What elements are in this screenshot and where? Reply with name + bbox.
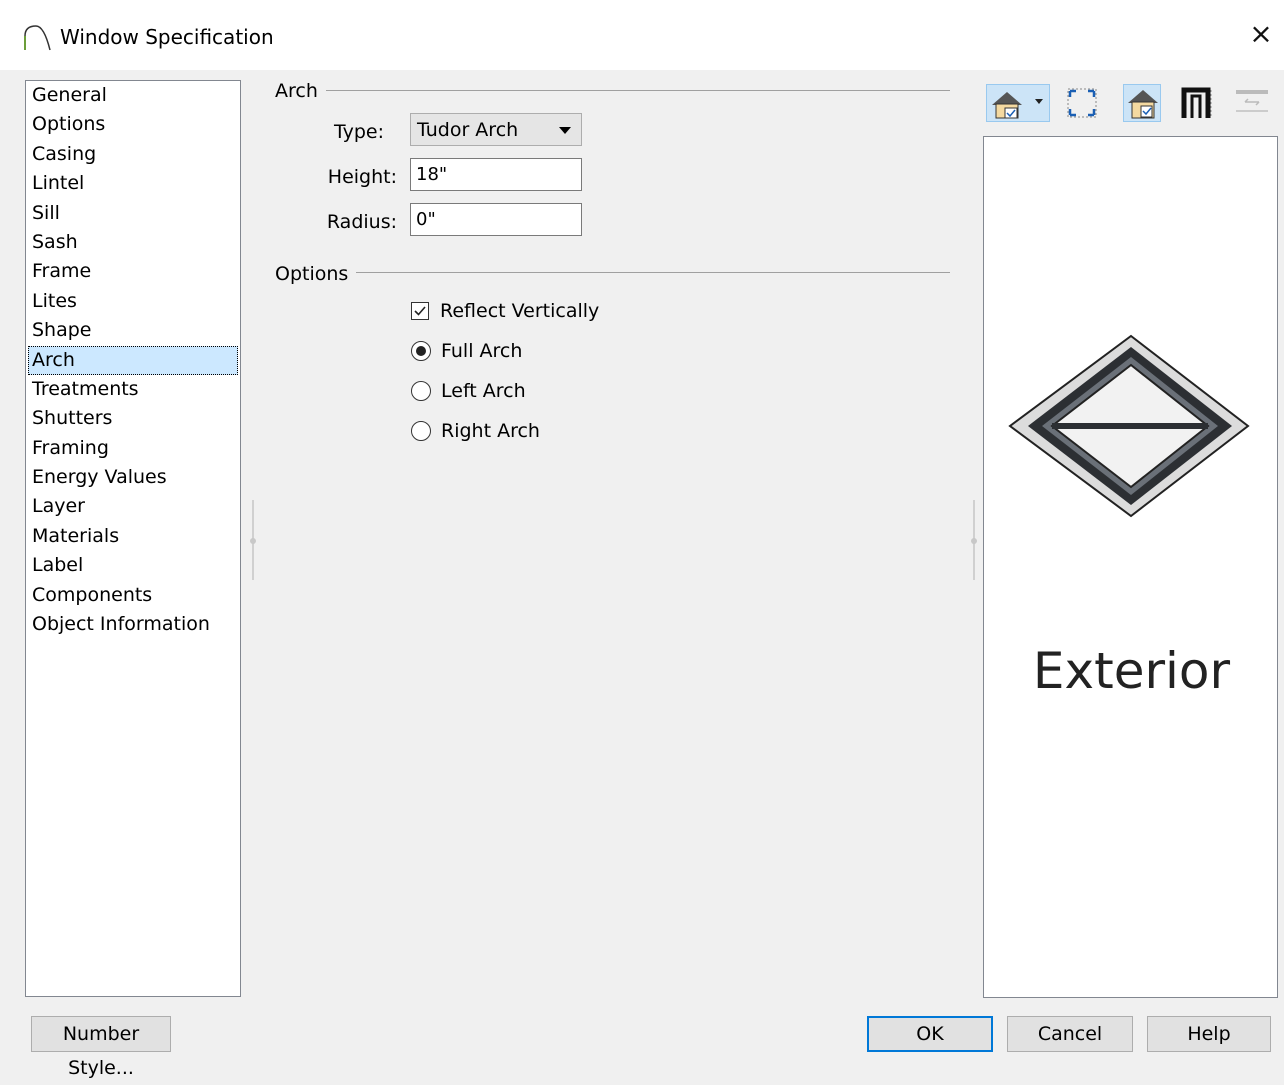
window-preview-graphic bbox=[1008, 334, 1250, 518]
nav-item-treatments[interactable]: Treatments bbox=[26, 375, 240, 404]
full-arch-radio[interactable] bbox=[411, 341, 431, 361]
height-field[interactable] bbox=[410, 158, 582, 191]
category-list[interactable]: General Options Casing Lintel Sill Sash Frame L… bbox=[25, 80, 241, 997]
arch-app-icon bbox=[24, 25, 51, 51]
help-button[interactable]: Help bbox=[1147, 1016, 1271, 1052]
door-frame-icon bbox=[1181, 87, 1212, 118]
house-view-icon bbox=[992, 92, 1022, 119]
house-check-icon bbox=[1128, 90, 1158, 119]
nav-item-energy-values[interactable]: Energy Values bbox=[26, 463, 240, 492]
full-arch-label[interactable]: Full Arch bbox=[441, 340, 522, 362]
nav-item-lintel[interactable]: Lintel bbox=[26, 169, 240, 198]
number-style-button[interactable]: Number Style... bbox=[31, 1016, 171, 1079]
nav-item-sill[interactable]: Sill bbox=[26, 199, 240, 228]
preview-label: Exterior bbox=[1032, 642, 1231, 700]
door-frame-button[interactable] bbox=[1178, 84, 1216, 122]
fill-window-button[interactable] bbox=[1063, 84, 1101, 122]
left-arch-label[interactable]: Left Arch bbox=[441, 380, 526, 402]
right-arch-radio[interactable] bbox=[411, 421, 431, 441]
left-arch-radio[interactable] bbox=[411, 381, 431, 401]
nav-item-framing[interactable]: Framing bbox=[26, 434, 240, 463]
swap-button[interactable] bbox=[1233, 84, 1271, 122]
radius-field[interactable] bbox=[410, 203, 582, 236]
nav-item-object-information[interactable]: Object Information bbox=[26, 610, 240, 639]
nav-item-shutters[interactable]: Shutters bbox=[26, 404, 240, 433]
ok-button[interactable]: OK bbox=[867, 1016, 993, 1052]
nav-item-lites[interactable]: Lites bbox=[26, 287, 240, 316]
height-label: Height: bbox=[327, 166, 397, 188]
nav-item-layer[interactable]: Layer bbox=[26, 492, 240, 521]
arch-section-divider bbox=[275, 90, 950, 91]
options-section-label: Options bbox=[275, 263, 357, 285]
arch-type-dropdown[interactable]: Tudor Arch bbox=[410, 113, 582, 146]
swap-icon bbox=[1236, 90, 1268, 112]
right-splitter[interactable] bbox=[971, 500, 977, 580]
nav-item-general[interactable]: General bbox=[26, 81, 240, 110]
house-check-button[interactable] bbox=[1123, 84, 1161, 122]
radius-label: Radius: bbox=[326, 211, 397, 233]
arch-type-value: Tudor Arch bbox=[417, 119, 519, 141]
house-view-button[interactable] bbox=[986, 84, 1050, 122]
arch-section-label: Arch bbox=[275, 80, 326, 102]
nav-item-label[interactable]: Label bbox=[26, 551, 240, 580]
close-button[interactable]: × bbox=[1238, 14, 1284, 54]
nav-item-materials[interactable]: Materials bbox=[26, 522, 240, 551]
title-bar: Window Specification × bbox=[0, 0, 1284, 70]
nav-item-arch[interactable]: Arch bbox=[28, 345, 238, 375]
nav-item-frame[interactable]: Frame bbox=[26, 257, 240, 286]
reflect-vertically-checkbox[interactable] bbox=[411, 302, 429, 320]
type-label: Type: bbox=[333, 121, 384, 143]
caret-down-icon bbox=[1035, 99, 1043, 104]
reflect-vertically-label[interactable]: Reflect Vertically bbox=[440, 300, 599, 322]
chevron-down-icon bbox=[559, 127, 571, 134]
right-arch-label[interactable]: Right Arch bbox=[441, 420, 540, 442]
fill-window-icon bbox=[1067, 88, 1097, 118]
nav-item-options[interactable]: Options bbox=[26, 110, 240, 139]
left-splitter[interactable] bbox=[250, 500, 256, 580]
window-title: Window Specification bbox=[60, 25, 274, 49]
cancel-button[interactable]: Cancel bbox=[1007, 1016, 1133, 1052]
preview-pane[interactable]: Exterior bbox=[983, 136, 1278, 998]
nav-item-sash[interactable]: Sash bbox=[26, 228, 240, 257]
options-section-divider bbox=[275, 272, 950, 273]
nav-item-components[interactable]: Components bbox=[26, 581, 240, 610]
nav-item-casing[interactable]: Casing bbox=[26, 140, 240, 169]
nav-item-shape[interactable]: Shape bbox=[26, 316, 240, 345]
checkmark-icon bbox=[414, 306, 426, 316]
